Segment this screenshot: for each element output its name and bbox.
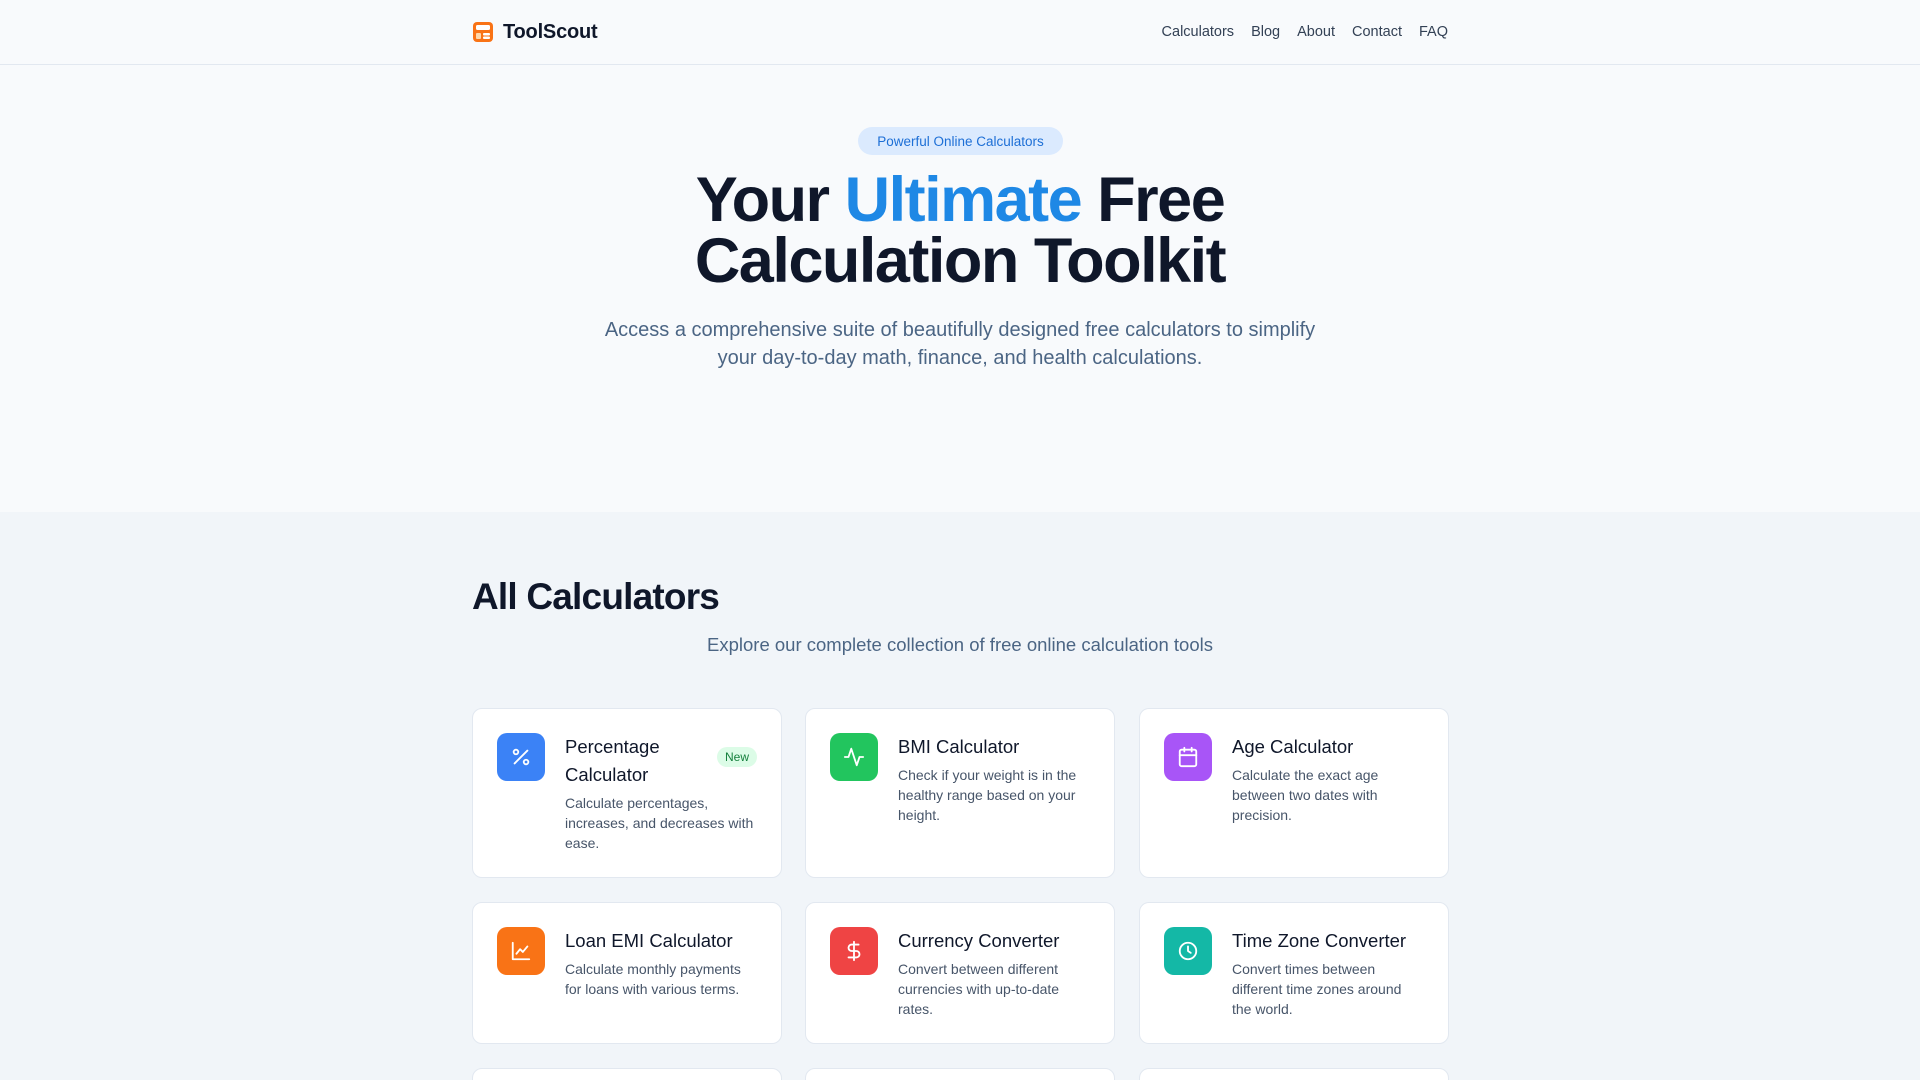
card-loan-emi-calculator[interactable]: Loan EMI Calculator Calculate monthly pa… xyxy=(472,902,782,1044)
card-body: BMI Calculator Check if your weight is i… xyxy=(898,733,1090,825)
card-partial[interactable] xyxy=(472,1068,782,1080)
card-title: Currency Converter xyxy=(898,930,1060,951)
timezone-icon-tile xyxy=(1164,927,1212,975)
nav-calculators[interactable]: Calculators xyxy=(1162,24,1235,40)
site-header: ToolScout Calculators Blog About Contact… xyxy=(0,0,1920,65)
hero-title-line2: Calculation Toolkit xyxy=(694,226,1227,296)
activity-icon xyxy=(843,747,865,767)
calendar-icon xyxy=(1178,746,1198,768)
card-description: Calculate monthly payments for loans wit… xyxy=(565,961,741,997)
card-description: Check if your weight is in the healthy r… xyxy=(898,767,1077,823)
section-subtitle: Explore our complete collection of free … xyxy=(707,634,1213,655)
brand-link[interactable]: ToolScout xyxy=(472,20,598,44)
line-chart-icon xyxy=(511,941,531,961)
percentage-icon-tile xyxy=(497,733,545,781)
dollar-icon xyxy=(847,940,861,962)
card-time-zone-converter[interactable]: Time Zone Converter Convert times betwee… xyxy=(1139,902,1449,1044)
card-body: Currency Converter Convert between diffe… xyxy=(898,927,1090,1019)
calculator-logo-icon xyxy=(473,22,493,42)
header-inner: ToolScout Calculators Blog About Contact… xyxy=(472,0,1448,64)
age-icon-tile xyxy=(1164,733,1212,781)
hero-subtitle: Access a comprehensive suite of beautifu… xyxy=(604,319,1316,369)
section-title: All Calculators xyxy=(472,576,720,617)
card-description: Convert times between different time zon… xyxy=(1232,961,1402,1017)
nav-blog[interactable]: Blog xyxy=(1251,24,1280,40)
card-description: Convert between different currencies wit… xyxy=(898,961,1060,1017)
card-title: Age Calculator xyxy=(1232,736,1354,757)
main-nav: Calculators Blog About Contact FAQ xyxy=(1162,24,1448,40)
card-currency-converter[interactable]: Currency Converter Convert between diffe… xyxy=(805,902,1115,1044)
card-body: Time Zone Converter Convert times betwee… xyxy=(1232,927,1424,1019)
loan-icon-tile xyxy=(497,927,545,975)
card-description: Calculate the exact age between two date… xyxy=(1232,767,1379,823)
nav-faq[interactable]: FAQ xyxy=(1419,24,1448,40)
card-title: Loan EMI Calculator xyxy=(565,930,733,951)
hero-title-part2: Free xyxy=(1081,165,1226,235)
nav-about[interactable]: About xyxy=(1297,24,1335,40)
card-body: Loan EMI Calculator Calculate monthly pa… xyxy=(565,927,757,999)
card-title: Time Zone Converter xyxy=(1232,930,1407,951)
card-body: Age Calculator Calculate the exact age b… xyxy=(1232,733,1424,825)
hero-title: Your Ultimate Free Calculation Toolkit xyxy=(560,169,1360,293)
hero-title-accent: Ultimate xyxy=(844,165,1083,235)
new-badge: New xyxy=(716,747,757,767)
card-partial[interactable] xyxy=(1139,1068,1449,1080)
calculators-section: All Calculators Explore our complete col… xyxy=(0,512,1920,1080)
nav-contact[interactable]: Contact xyxy=(1352,24,1402,40)
currency-icon-tile xyxy=(830,927,878,975)
card-age-calculator[interactable]: Age Calculator Calculate the exact age b… xyxy=(1139,708,1449,878)
hero-title-part1: Your xyxy=(695,165,845,235)
card-bmi-calculator[interactable]: BMI Calculator Check if your weight is i… xyxy=(805,708,1115,878)
card-partial[interactable] xyxy=(805,1068,1115,1080)
hero-section: Powerful Online Calculators Your Ultimat… xyxy=(0,65,1920,512)
clock-icon xyxy=(1178,941,1198,961)
card-title: Percentage Calculator xyxy=(565,736,660,785)
hero-pill-badge: Powerful Online Calculators xyxy=(858,127,1063,155)
bmi-icon-tile xyxy=(830,733,878,781)
card-title: BMI Calculator xyxy=(898,736,1020,757)
card-description: Calculate percentages, increases, and de… xyxy=(565,795,754,851)
brand-name: ToolScout xyxy=(503,20,598,43)
percent-icon xyxy=(512,748,530,766)
card-percentage-calculator[interactable]: Percentage Calculator Calculate percenta… xyxy=(472,708,782,878)
